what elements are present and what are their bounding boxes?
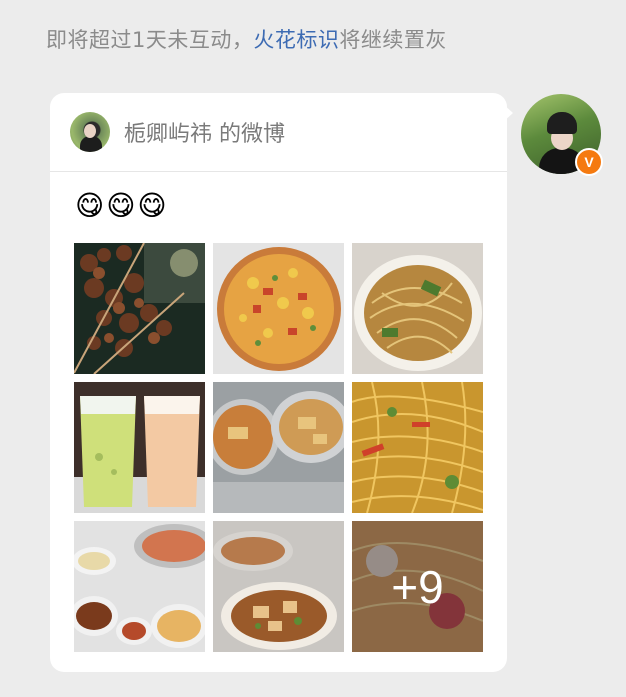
more-photos-count[interactable]: +9 [352, 521, 483, 652]
fried-noodles-photo[interactable] [352, 382, 483, 513]
noodles-photo[interactable] [352, 243, 483, 374]
soup-bowl-photo[interactable] [213, 521, 344, 652]
verified-v-icon: V [575, 148, 603, 176]
hotpot-table-photo[interactable] [74, 521, 205, 652]
shared-weibo-card[interactable]: 栀卿屿祎 的微博 😋😋😋 +9 [50, 93, 507, 672]
notice-suffix: 将继续置灰 [339, 28, 447, 52]
spark-badge-link[interactable]: 火花标识 [253, 28, 339, 52]
bubble-tail [503, 104, 513, 122]
pizza-photo[interactable] [213, 243, 344, 374]
card-title[interactable]: 栀卿屿祎 的微博 [124, 116, 285, 148]
card-header[interactable]: 栀卿屿祎 的微博 [50, 93, 507, 172]
system-notice: 即将超过1天未互动，火花标识将继续置灰 [46, 24, 447, 54]
stir-fry-photo[interactable] [213, 382, 344, 513]
post-text: 😋😋😋 [75, 189, 169, 222]
notice-prefix: 即将超过1天未互动， [46, 28, 254, 52]
author-avatar[interactable] [70, 112, 110, 152]
ramen-photo[interactable]: +9 [352, 521, 483, 652]
food-skewers-photo[interactable] [74, 243, 205, 374]
drinks-photo[interactable] [74, 382, 205, 513]
photo-grid: +9 [74, 243, 483, 652]
